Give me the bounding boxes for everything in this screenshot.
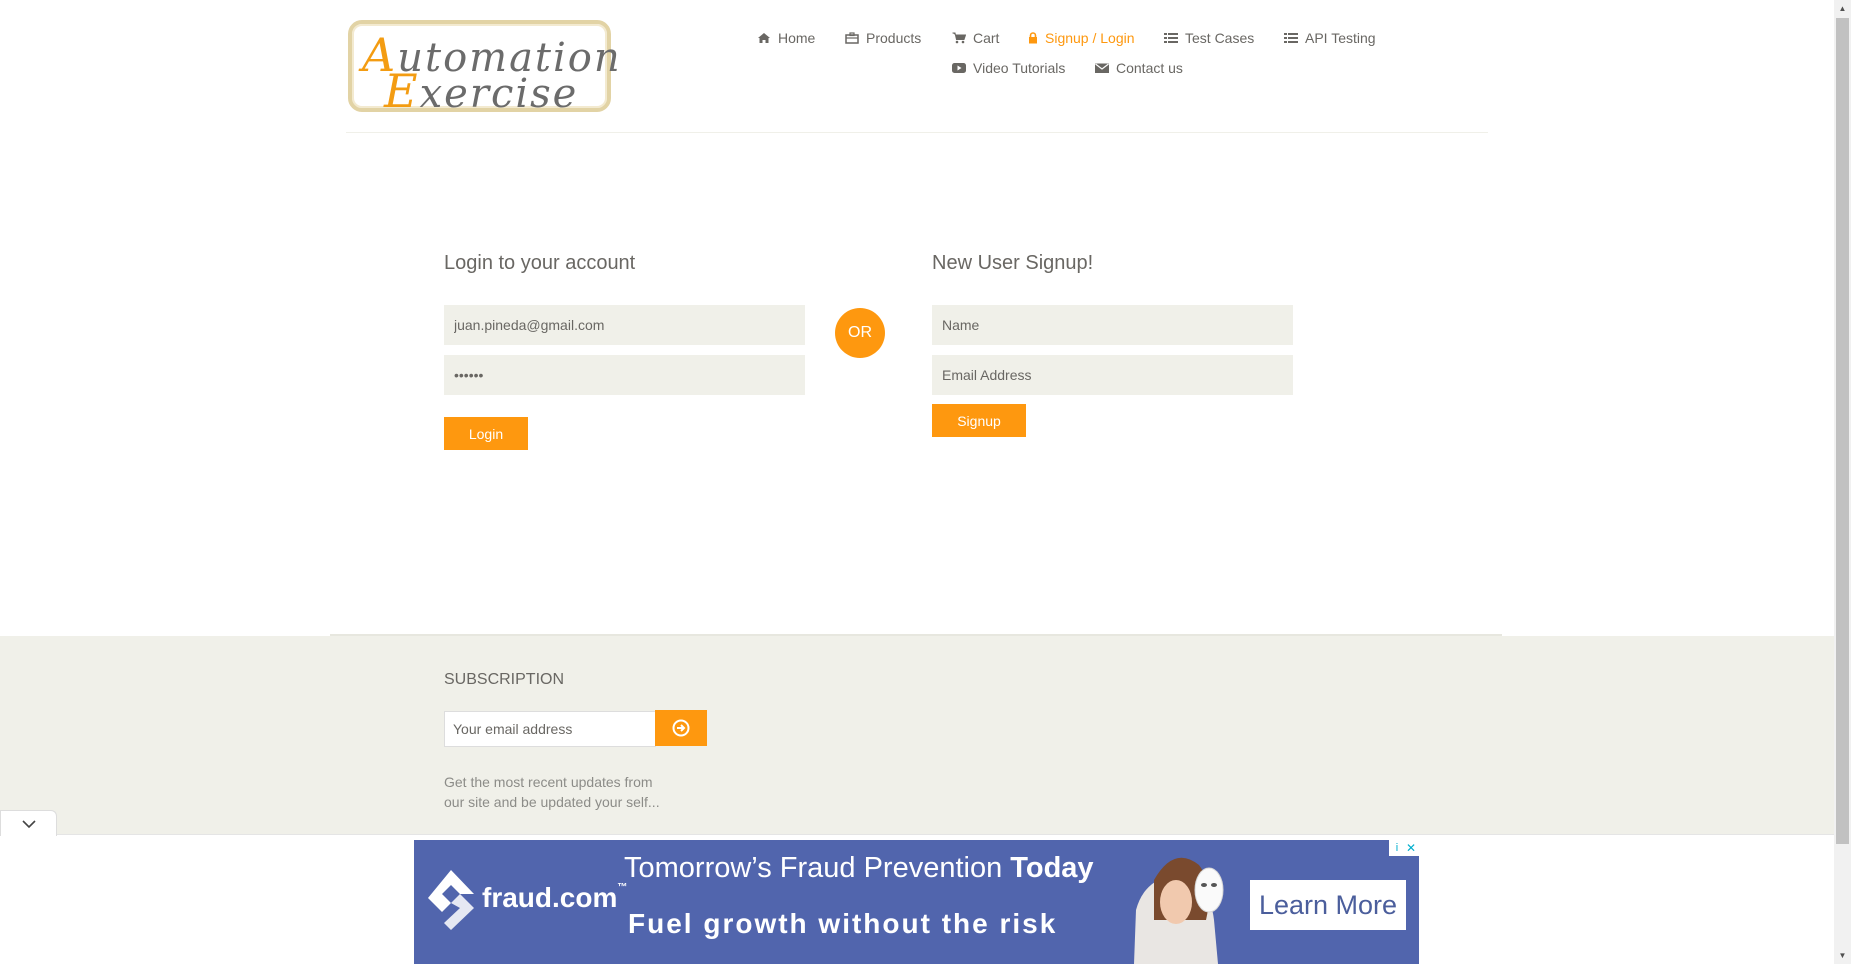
envelope-icon bbox=[1095, 63, 1109, 73]
nav-contact-us[interactable]: Contact us bbox=[1095, 60, 1183, 76]
signup-email-input[interactable] bbox=[932, 355, 1293, 395]
page: Automation Exercise Home Products Cart S… bbox=[0, 0, 1834, 964]
scroll-down-arrow-icon[interactable]: ▼ bbox=[1834, 947, 1851, 964]
subscribe-button[interactable] bbox=[655, 710, 707, 746]
nav-api-testing-label: API Testing bbox=[1305, 30, 1376, 46]
list-icon bbox=[1284, 33, 1298, 43]
login-email-input[interactable] bbox=[444, 305, 805, 345]
ad-learn-more-button[interactable]: Learn More bbox=[1250, 880, 1406, 930]
nav-contact-us-label: Contact us bbox=[1116, 60, 1183, 76]
nav-video-tutorials[interactable]: Video Tutorials bbox=[952, 60, 1065, 76]
or-divider-badge: OR bbox=[835, 308, 885, 358]
scroll-up-arrow-icon[interactable]: ▲ bbox=[1834, 0, 1851, 17]
header-divider bbox=[346, 132, 1488, 133]
arrow-circle-right-icon bbox=[672, 719, 690, 737]
nav-test-cases-label: Test Cases bbox=[1185, 30, 1255, 46]
products-icon bbox=[845, 32, 859, 44]
ad-close-icon[interactable]: ✕ bbox=[1403, 840, 1419, 856]
subscription-email-input[interactable] bbox=[444, 711, 656, 747]
ad-brand: fraud.com™ bbox=[482, 882, 628, 913]
vertical-scrollbar[interactable]: ▲ ▼ bbox=[1834, 0, 1851, 964]
nav-signup-login[interactable]: Signup / Login bbox=[1028, 30, 1135, 46]
site-logo[interactable]: Automation Exercise bbox=[348, 20, 620, 118]
login-title: Login to your account bbox=[444, 252, 636, 274]
footer-top-edge bbox=[330, 634, 1502, 636]
ad-headline: Tomorrow’s Fraud Prevention Today bbox=[624, 852, 1094, 884]
nav-home-label: Home bbox=[778, 30, 816, 46]
nav-cart-label: Cart bbox=[973, 30, 1000, 46]
scrollbar-thumb[interactable] bbox=[1836, 18, 1849, 844]
nav-signup-login-label: Signup / Login bbox=[1045, 30, 1135, 46]
ad-collapse-toggle[interactable] bbox=[0, 810, 57, 836]
list-icon bbox=[1164, 33, 1178, 43]
subscription-title: SUBSCRIPTION bbox=[444, 671, 565, 688]
ad-person-with-mask-image bbox=[1114, 840, 1244, 964]
ad-banner[interactable]: fraud.com™ Tomorrow’s Fraud Prevention T… bbox=[414, 840, 1419, 964]
logo-line-2: Exercise bbox=[384, 64, 579, 118]
cart-icon bbox=[952, 32, 966, 44]
login-password-input[interactable] bbox=[444, 355, 805, 395]
nav-api-testing[interactable]: API Testing bbox=[1284, 30, 1376, 46]
fraud-logo-icon bbox=[428, 870, 474, 930]
ad-tagline: Fuel growth without the risk bbox=[628, 908, 1058, 939]
nav-home[interactable]: Home bbox=[757, 30, 815, 46]
signup-title: New User Signup! bbox=[932, 252, 1094, 274]
nav-test-cases[interactable]: Test Cases bbox=[1164, 30, 1254, 46]
lock-icon bbox=[1029, 32, 1037, 44]
home-icon bbox=[758, 33, 770, 43]
nav-cart[interactable]: Cart bbox=[952, 30, 999, 46]
nav-products-label: Products bbox=[866, 30, 922, 46]
subscription-description: Get the most recent updates from our sit… bbox=[444, 774, 660, 810]
youtube-play-icon bbox=[952, 63, 966, 73]
signup-name-input[interactable] bbox=[932, 305, 1293, 345]
signup-button[interactable]: Signup bbox=[932, 404, 1026, 437]
login-button[interactable]: Login bbox=[444, 417, 528, 450]
nav-video-tutorials-label: Video Tutorials bbox=[973, 60, 1066, 76]
nav-products[interactable]: Products bbox=[845, 30, 921, 46]
chevron-down-icon bbox=[21, 819, 36, 828]
